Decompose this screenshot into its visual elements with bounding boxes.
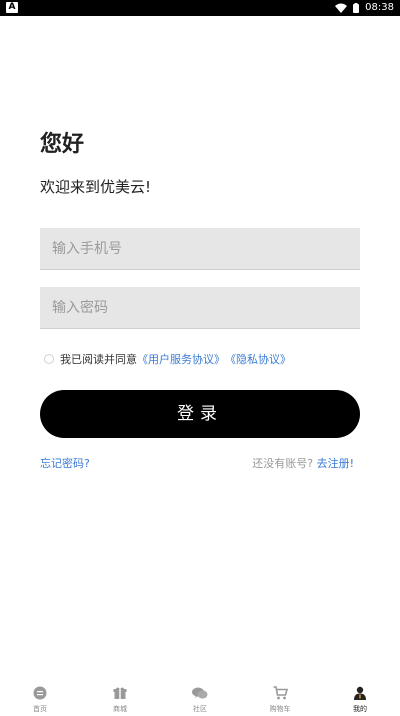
tab-home[interactable]: 首页 bbox=[0, 683, 80, 716]
agreement-prefix: 我已阅读并同意 bbox=[60, 353, 137, 366]
clock: 08:38 bbox=[365, 2, 394, 13]
tab-profile[interactable]: 我的 bbox=[320, 683, 400, 716]
phone-input[interactable] bbox=[40, 228, 360, 269]
status-icons: 08:38 bbox=[335, 0, 394, 16]
cart-icon bbox=[272, 685, 288, 701]
register-link[interactable]: 去注册! bbox=[317, 457, 354, 470]
password-input[interactable] bbox=[40, 287, 360, 328]
welcome-text: 欢迎来到优美云! bbox=[40, 178, 152, 196]
agreement-row: 我已阅读并同意 《用户服务协议》 《隐私协议》 bbox=[44, 351, 291, 367]
tab-mall-label: 商城 bbox=[113, 705, 127, 713]
bottom-tab-bar: 首页 商城 社区 购物车 我的 bbox=[0, 683, 400, 716]
community-icon bbox=[192, 685, 208, 701]
agreement-checkbox[interactable] bbox=[44, 354, 54, 364]
tab-cart[interactable]: 购物车 bbox=[240, 683, 320, 716]
tab-mall[interactable]: 商城 bbox=[80, 683, 160, 716]
status-bar: A 08:38 bbox=[0, 0, 400, 16]
user-agreement-link[interactable]: 《用户服务协议》 bbox=[137, 351, 225, 367]
tab-profile-label: 我的 bbox=[353, 705, 367, 713]
greeting-title: 您好 bbox=[40, 132, 85, 157]
privacy-agreement-link[interactable]: 《隐私协议》 bbox=[225, 351, 291, 367]
tab-home-label: 首页 bbox=[33, 705, 47, 713]
register-row: 还没有账号? 去注册! bbox=[252, 455, 354, 471]
forgot-password-link[interactable]: 忘记密码? bbox=[40, 455, 90, 471]
profile-icon bbox=[352, 685, 368, 701]
tab-community[interactable]: 社区 bbox=[160, 683, 240, 716]
home-icon bbox=[32, 685, 48, 701]
battery-icon bbox=[353, 3, 360, 13]
login-button[interactable]: 登录 bbox=[40, 390, 360, 438]
app-notification-icon: A bbox=[6, 2, 18, 13]
register-prompt: 还没有账号? bbox=[252, 457, 314, 470]
password-field-container bbox=[40, 287, 360, 329]
tab-cart-label: 购物车 bbox=[269, 705, 291, 713]
tab-community-label: 社区 bbox=[193, 705, 207, 713]
gift-icon bbox=[112, 685, 128, 701]
phone-field-container bbox=[40, 228, 360, 270]
wifi-icon bbox=[335, 3, 348, 13]
